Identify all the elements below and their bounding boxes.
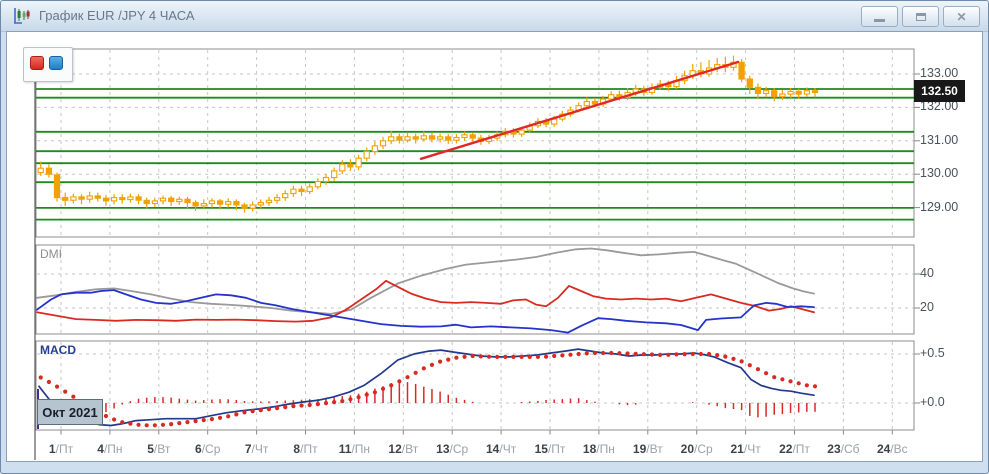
date-label: 1/Пт <box>49 442 73 456</box>
date-label: 8/Пт <box>293 442 317 456</box>
date-label: 7/Чт <box>245 442 269 456</box>
dmi-axis-label: 20 <box>920 300 934 314</box>
date-label: 21/Чт <box>731 442 761 456</box>
last-price-badge: 132.50 <box>914 80 965 102</box>
panel-frames <box>36 49 914 430</box>
date-label: 11/Пн <box>339 442 370 456</box>
price-axis-label: 130.00 <box>920 166 958 180</box>
date-label: 4/Пн <box>97 442 122 456</box>
date-label: 12/Вт <box>388 442 418 456</box>
date-label: 6/Ср <box>195 442 220 456</box>
dmi-panel-label: DMI <box>40 247 62 261</box>
date-label: 22/Пт <box>779 442 810 456</box>
app-window: График EUR /JPY 4 ЧАСА ✕ 133.00132.00131… <box>0 0 989 474</box>
price-axis-label: 129.00 <box>920 200 958 214</box>
date-label: 13/Ср <box>436 442 468 456</box>
macd-axis-label: +0.5 <box>920 346 945 360</box>
date-label: 18/Пн <box>583 442 615 456</box>
date-label: 14/Чт <box>486 442 516 456</box>
date-label: 5/Вт <box>147 442 170 456</box>
price-axis-label: 133.00 <box>920 66 958 80</box>
date-label: 19/Вт <box>633 442 663 456</box>
red-square-button[interactable] <box>30 56 44 70</box>
month-label: Окт 2021 <box>37 399 103 425</box>
date-label: 20/Ср <box>681 442 713 456</box>
macd-axis-label: +0.0 <box>920 395 945 409</box>
date-label: 15/Пт <box>535 442 566 456</box>
dmi-axis-label: 40 <box>920 266 934 280</box>
chart-canvas <box>1 1 989 474</box>
date-label: 23/Сб <box>827 442 859 456</box>
chart-mini-toolbar <box>23 47 73 82</box>
date-label: 24/Вс <box>877 442 908 456</box>
blue-square-button[interactable] <box>49 56 63 70</box>
price-axis-label: 131.00 <box>920 133 958 147</box>
macd-panel-label: MACD <box>40 343 76 357</box>
